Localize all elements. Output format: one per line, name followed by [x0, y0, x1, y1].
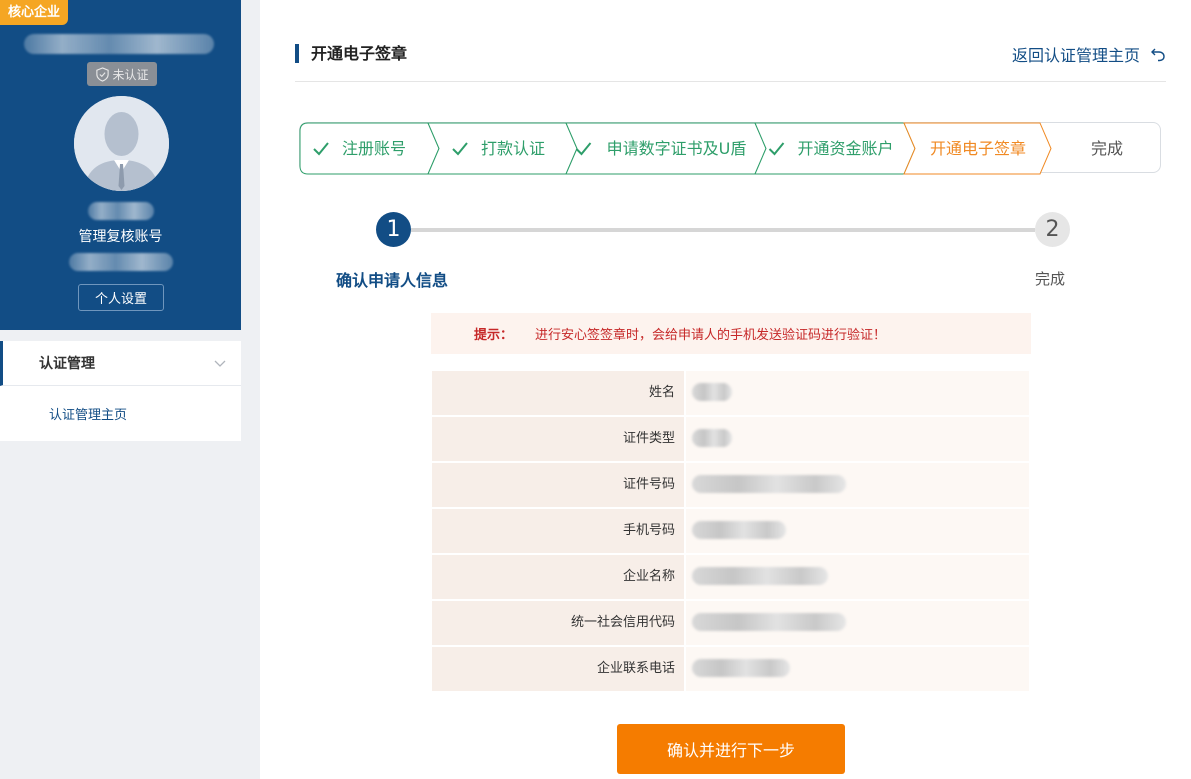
field-value-redacted	[686, 417, 1029, 461]
step-5: 开通电子签章	[903, 122, 1052, 175]
undo-icon	[1151, 48, 1165, 62]
field-value-redacted	[686, 555, 1029, 599]
field-value-redacted	[686, 463, 1029, 507]
step-4-label: 开通资金账户	[797, 139, 893, 158]
progress-track	[411, 228, 1035, 232]
field-value-redacted	[686, 509, 1029, 553]
redacted-blur	[692, 383, 732, 401]
redacted-blur	[692, 659, 790, 677]
step-1-label: 注册账号	[342, 139, 406, 158]
table-row: 手机号码	[432, 509, 1029, 553]
confirm-next-button[interactable]: 确认并进行下一步	[617, 724, 845, 774]
redacted-blur	[692, 567, 828, 585]
field-label: 企业联系电话	[432, 647, 684, 691]
field-label: 企业名称	[432, 555, 684, 599]
table-row: 证件号码	[432, 463, 1029, 507]
company-name-redacted	[24, 34, 214, 54]
page-title: 开通电子签章	[295, 44, 407, 63]
field-value-redacted	[686, 647, 1029, 691]
personal-settings-button[interactable]: 个人设置	[78, 284, 164, 311]
redacted-blur	[692, 613, 846, 631]
menu-group-label: 认证管理	[39, 356, 95, 372]
user-avatar-icon	[74, 96, 169, 191]
field-label: 证件号码	[432, 463, 684, 507]
progress-step-2-label: 完成	[1035, 270, 1066, 288]
redacted-blur	[692, 429, 732, 447]
field-label: 证件类型	[432, 417, 684, 461]
menu-item-certification-home[interactable]: 认证管理主页	[0, 386, 241, 440]
verify-status-badge: 未认证	[87, 62, 157, 86]
tip-label: 提示：	[474, 328, 514, 343]
progress-step-1-label: 确认申请人信息	[336, 271, 449, 290]
redacted-blur	[692, 475, 846, 493]
tip-text: 进行安心签签章时，会给申请人的手机发送验证码进行验证！	[535, 328, 887, 343]
role-name: 管理复核账号	[78, 229, 163, 245]
avatar	[74, 96, 169, 191]
sub-progress: 1 2 确认申请人信息 完成	[335, 212, 1070, 292]
tip-banner: 提示： 进行安心签签章时，会给申请人的手机发送验证码进行验证！	[431, 313, 1031, 354]
table-row: 证件类型	[432, 417, 1029, 461]
redacted-blur	[692, 521, 786, 539]
step-6-label: 完成	[1091, 139, 1123, 158]
step-1: 注册账号	[299, 122, 440, 175]
progress-step-2-circle: 2	[1035, 212, 1070, 247]
core-enterprise-badge: 核心企业	[0, 0, 69, 25]
step-3-label: 申请数字证书及U盾	[607, 139, 747, 158]
step-2-label: 打款认证	[481, 139, 545, 158]
field-label: 统一社会信用代码	[432, 601, 684, 645]
sidebar: 核心企业 未认证 管理复核账号 个人设置 认证管理 认证管理主页	[0, 0, 260, 779]
chevron-down-icon	[214, 360, 226, 367]
main-content: 开通电子签章 返回认证管理主页 注册账号 打款认证 申请数字证书及U盾 开通资金账户 开…	[260, 0, 1191, 779]
field-label: 姓名	[432, 371, 684, 415]
table-row: 姓名	[432, 371, 1029, 415]
table-row: 企业联系电话	[432, 647, 1029, 691]
menu-group-certification[interactable]: 认证管理	[0, 341, 241, 386]
step-2: 打款认证	[427, 122, 578, 175]
profile-panel: 核心企业 未认证 管理复核账号 个人设置	[0, 0, 241, 330]
step-wizard-graphic: 注册账号 打款认证 申请数字证书及U盾 开通资金账户 开通电子签章 完成	[299, 122, 1123, 175]
back-to-certification-home-link[interactable]: 返回认证管理主页	[1012, 42, 1166, 66]
applicant-info-table: 姓名 证件类型 证件号码 手机号码 企业名称 统一社会信用代码 企业联系电话	[432, 371, 1029, 693]
user-name-redacted	[88, 202, 154, 220]
shield-icon	[96, 66, 110, 82]
field-label: 手机号码	[432, 509, 684, 553]
back-link-label: 返回认证管理主页	[1011, 46, 1140, 65]
step-3: 申请数字证书及U盾	[565, 122, 767, 175]
field-value-redacted	[686, 371, 1029, 415]
account-id-redacted	[69, 253, 173, 271]
table-row: 统一社会信用代码	[432, 601, 1029, 645]
side-menu: 认证管理 认证管理主页	[0, 341, 241, 441]
verify-status-label: 未认证	[112, 67, 149, 82]
page-header: 开通电子签章 返回认证管理主页	[295, 36, 1166, 82]
step-wizard: 注册账号 打款认证 申请数字证书及U盾 开通资金账户 开通电子签章 完成	[299, 122, 1161, 175]
progress-step-1-circle: 1	[376, 212, 411, 247]
table-row: 企业名称	[432, 555, 1029, 599]
field-value-redacted	[686, 601, 1029, 645]
step-6: 完成	[1091, 139, 1123, 158]
step-4: 开通资金账户	[754, 122, 916, 175]
step-5-label: 开通电子签章	[930, 139, 1026, 158]
